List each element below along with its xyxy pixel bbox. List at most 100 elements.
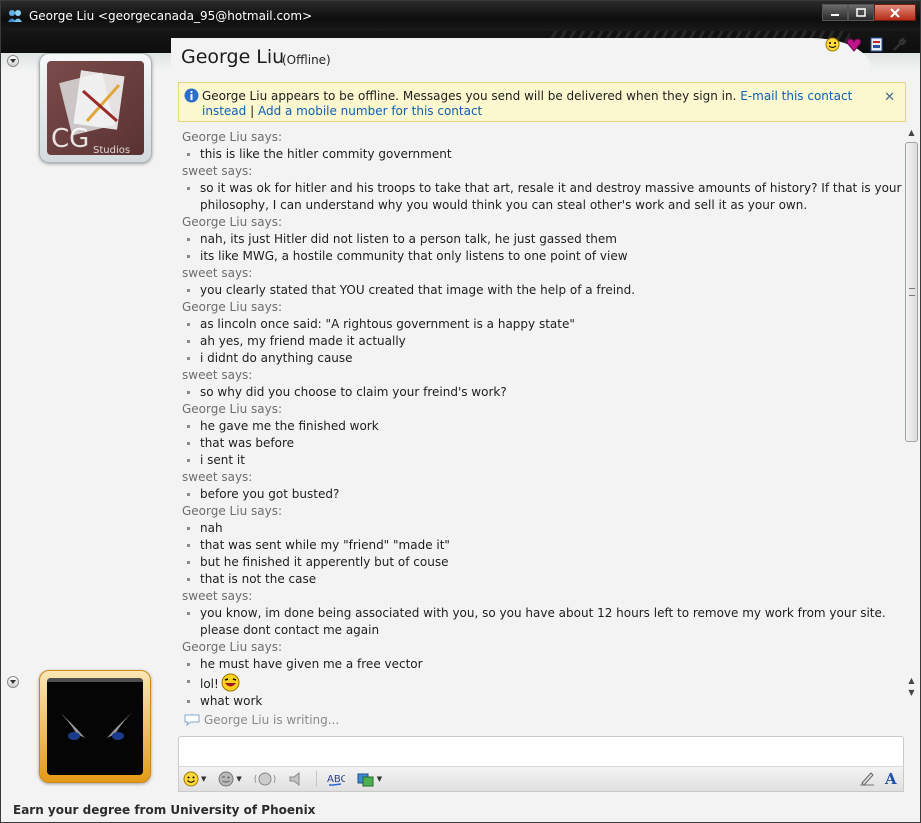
offline-info-bar: George Liu appears to be offline. Messag… bbox=[178, 82, 906, 122]
message-line: i sent it bbox=[178, 452, 902, 469]
message-line: that was sent while my "friend" "made it… bbox=[178, 537, 902, 554]
conversation-scrollbar[interactable]: ▲ ▲ ▼ bbox=[903, 126, 920, 716]
contact-display-picture[interactable]: CG Studios bbox=[39, 53, 152, 163]
message-sender: George Liu says: bbox=[182, 640, 283, 654]
handwriting-button[interactable] bbox=[859, 770, 875, 786]
message-text: i didnt do anything cause bbox=[200, 351, 353, 365]
info-icon bbox=[184, 88, 199, 103]
message-line: as lincoln once said: "A rightous govern… bbox=[178, 316, 902, 333]
scrollbar-thumb[interactable] bbox=[905, 142, 918, 442]
message-text: but he finished it apperently but of cou… bbox=[200, 555, 449, 569]
typing-status: George Liu is writing... bbox=[204, 713, 340, 727]
title-bar[interactable]: George Liu <georgecanada_95@hotmail.com> bbox=[1, 1, 920, 31]
nudge-button[interactable] bbox=[254, 769, 276, 789]
message-sender: sweet says: bbox=[182, 470, 253, 484]
message-text: he gave me the finished work bbox=[200, 419, 379, 433]
conversation-history[interactable]: George Liu says: this is like the hitler … bbox=[178, 129, 902, 713]
background-menu-button[interactable]: ▼ bbox=[357, 769, 382, 789]
my-display-picture[interactable] bbox=[39, 670, 151, 783]
message-line: before you got busted? bbox=[178, 486, 902, 503]
message-line: you know, im done being associated with … bbox=[178, 605, 902, 639]
message-sender: sweet says: bbox=[182, 266, 253, 280]
input-toolbar: ▼ ▼ ABC ▼ A bbox=[178, 766, 904, 792]
settings-wrench-icon[interactable] bbox=[890, 36, 906, 52]
close-icon bbox=[890, 7, 900, 18]
emoticon-icon[interactable] bbox=[824, 36, 840, 52]
my-avatar bbox=[47, 678, 143, 775]
cg-studios-logo: CG Studios bbox=[51, 70, 130, 155]
chevron-down-icon bbox=[10, 58, 16, 63]
message-text: lol! bbox=[200, 677, 219, 691]
message-text: its like MWG, a hostile community that o… bbox=[200, 249, 628, 263]
message-text: i sent it bbox=[200, 453, 245, 467]
message-sender: sweet says: bbox=[182, 368, 253, 382]
typing-indicator: George Liu is writing... bbox=[184, 713, 339, 727]
message-text: ah yes, my friend made it actually bbox=[200, 334, 406, 348]
message-line: so it was ok for hitler and his troops t… bbox=[178, 180, 902, 214]
maximize-button[interactable] bbox=[848, 4, 874, 21]
message-text: this is like the hitler commity governme… bbox=[200, 147, 452, 161]
emoticon-icon bbox=[183, 771, 199, 787]
message-input[interactable] bbox=[178, 736, 904, 766]
font-icon: A bbox=[884, 770, 897, 786]
message-sender: George Liu says: bbox=[182, 300, 283, 314]
laughing-emoticon-icon bbox=[221, 673, 240, 692]
spell-check-button[interactable]: ABC bbox=[327, 769, 345, 789]
message-text: you clearly stated that YOU created that… bbox=[200, 283, 636, 297]
info-separator: | bbox=[250, 104, 255, 118]
minimize-button[interactable] bbox=[822, 4, 848, 21]
message-sender: George Liu says: bbox=[182, 215, 283, 229]
message-sender: George Liu says: bbox=[182, 130, 283, 144]
window-title: George Liu <georgecanada_95@hotmail.com> bbox=[29, 9, 313, 23]
activities-icon[interactable] bbox=[868, 36, 884, 52]
message-line: but he finished it apperently but of cou… bbox=[178, 554, 902, 571]
close-button[interactable] bbox=[874, 4, 916, 21]
svg-text:CG: CG bbox=[51, 124, 89, 154]
wink-menu-button[interactable]: ▼ bbox=[218, 769, 242, 789]
message-line: that is not the case bbox=[178, 571, 902, 588]
contact-status: (Offline) bbox=[282, 53, 331, 67]
scroll-up-icon[interactable]: ▲ bbox=[906, 128, 917, 138]
scroll-up-icon[interactable]: ▲ bbox=[906, 676, 917, 686]
message-line: ah yes, my friend made it actually bbox=[178, 333, 902, 350]
message-sender: sweet says: bbox=[182, 164, 253, 178]
add-mobile-link[interactable]: Add a mobile number for this contact bbox=[258, 104, 482, 118]
emoticon-menu-button[interactable]: ▼ bbox=[183, 769, 206, 789]
nudge-icon bbox=[254, 772, 276, 786]
message-line: that was before bbox=[178, 435, 902, 452]
scroll-down-icon[interactable]: ▼ bbox=[906, 688, 917, 698]
message-text: as lincoln once said: "A rightous govern… bbox=[200, 317, 575, 331]
message-sender: sweet says: bbox=[182, 589, 253, 603]
contact-avatar: CG Studios bbox=[47, 61, 144, 155]
message-line: what work bbox=[178, 693, 902, 710]
dismiss-info-button[interactable]: ✕ bbox=[884, 90, 895, 105]
message-sender: George Liu says: bbox=[182, 402, 283, 416]
message-text: he must have given me a free vector bbox=[200, 657, 423, 671]
speech-bubble-icon bbox=[184, 714, 200, 726]
message-line: he must have given me a free vector bbox=[178, 656, 902, 673]
font-button[interactable]: A bbox=[883, 770, 899, 786]
message-text: nah bbox=[200, 521, 223, 535]
message-line: lol! bbox=[178, 673, 902, 693]
spell-check-icon: ABC bbox=[327, 774, 345, 786]
handwriting-icon bbox=[860, 772, 874, 786]
voice-clip-button[interactable] bbox=[288, 769, 304, 789]
message-text: that is not the case bbox=[200, 572, 317, 586]
svg-text:A: A bbox=[884, 770, 897, 786]
info-message: George Liu appears to be offline. Messag… bbox=[202, 89, 737, 103]
message-sender: George Liu says: bbox=[182, 504, 283, 518]
message-line: you clearly stated that YOU created that… bbox=[178, 282, 902, 299]
background-icon bbox=[357, 773, 374, 787]
collapse-my-picture-button[interactable] bbox=[7, 676, 19, 688]
voice-clip-icon bbox=[289, 771, 300, 787]
heart-icon[interactable] bbox=[846, 36, 862, 52]
message-text: what work bbox=[200, 694, 263, 708]
chat-window: George Liu <georgecanada_95@hotmail.com>… bbox=[0, 0, 921, 823]
collapse-header-button[interactable] bbox=[7, 55, 19, 67]
message-line: this is like the hitler commity governme… bbox=[178, 146, 902, 163]
footer-advertisement[interactable]: Earn your degree from University of Phoe… bbox=[13, 803, 315, 817]
message-text: so why did you choose to claim your frei… bbox=[200, 385, 507, 399]
message-text: so it was ok for hitler and his troops t… bbox=[200, 181, 902, 212]
wink-icon bbox=[218, 771, 234, 787]
minimize-icon bbox=[831, 13, 839, 16]
